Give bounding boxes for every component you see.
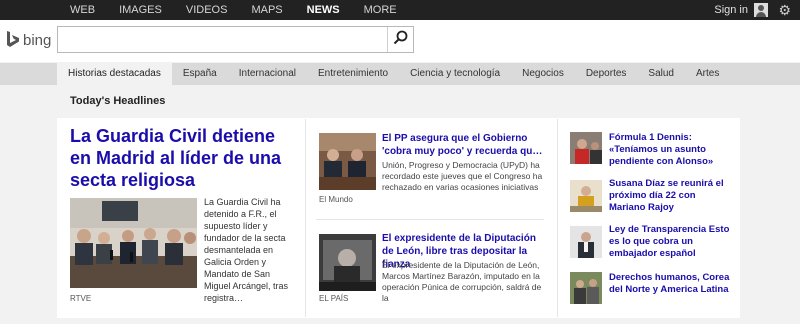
tab-internacional[interactable]: Internacional: [228, 63, 307, 85]
bing-logo-text: bing: [23, 31, 52, 49]
story-source: EL PAÍS: [319, 294, 349, 303]
tab-historias-destacadas[interactable]: Historias destacadas: [57, 63, 172, 85]
lead-story-snippet: La Guardia Civil ha detenido a F.R., el …: [204, 197, 289, 303]
gear-icon[interactable]: ⚙: [778, 2, 791, 18]
tab-espana[interactable]: España: [172, 63, 228, 85]
section-title: Today's Headlines: [70, 95, 166, 107]
column-divider: [557, 119, 558, 317]
nav-more[interactable]: MORE: [352, 0, 409, 20]
side-story-link[interactable]: Susana Díaz se reunirá el próximo día 22…: [609, 178, 734, 214]
tab-ciencia-tecnologia[interactable]: Ciencia y tecnología: [399, 63, 511, 85]
top-bar: WEB IMAGES VIDEOS MAPS NEWS MORE Sign in…: [0, 0, 800, 20]
nav-videos[interactable]: VIDEOS: [174, 0, 240, 20]
story-image[interactable]: [319, 234, 376, 291]
nav-images[interactable]: IMAGES: [107, 0, 174, 20]
bing-logo-icon: [6, 31, 20, 49]
row-divider: [316, 219, 544, 220]
sign-in-link[interactable]: Sign in: [714, 0, 748, 20]
tab-salud[interactable]: Salud: [637, 63, 685, 85]
user-avatar-icon[interactable]: [754, 3, 768, 17]
side-story-image[interactable]: [570, 272, 602, 304]
search-box: [57, 26, 414, 53]
story-snippet: Unión, Progreso y Democracia (UPyD) ha r…: [382, 160, 543, 192]
nav-web[interactable]: WEB: [58, 0, 107, 20]
tab-artes[interactable]: Artes: [685, 63, 730, 85]
vertical-nav: WEB IMAGES VIDEOS MAPS NEWS MORE: [0, 0, 409, 20]
category-tabs: Historias destacadas España Internaciona…: [57, 63, 730, 85]
nav-maps[interactable]: MAPS: [239, 0, 294, 20]
lead-headline-link[interactable]: La Guardia Civil detiene en Madrid al lí…: [70, 125, 300, 191]
lead-story-image[interactable]: [70, 198, 197, 288]
story-source: El Mundo: [319, 195, 353, 204]
tab-deportes[interactable]: Deportes: [575, 63, 638, 85]
search-button[interactable]: [387, 27, 413, 52]
column-divider: [305, 119, 306, 317]
side-story-link[interactable]: Fórmula 1 Dennis: «Teníamos un asunto pe…: [609, 132, 734, 168]
tab-entretenimiento[interactable]: Entretenimiento: [307, 63, 399, 85]
lead-story-source: RTVE: [70, 294, 92, 303]
bing-logo[interactable]: bing: [6, 28, 51, 52]
story-snippet: El expresidente de la Diputación de León…: [382, 260, 542, 303]
tab-negocios[interactable]: Negocios: [511, 63, 575, 85]
story-headline-link[interactable]: El PP asegura que el Gobierno 'cobra muy…: [382, 132, 546, 158]
story-image[interactable]: [319, 133, 376, 190]
side-story-image[interactable]: [570, 180, 602, 212]
side-story-image[interactable]: [570, 132, 602, 164]
category-bar: Historias destacadas España Internaciona…: [0, 63, 800, 85]
side-story-link[interactable]: Ley de Transparencia Esto es lo que cobr…: [609, 224, 734, 260]
search-icon: [393, 30, 408, 50]
nav-news[interactable]: NEWS: [295, 0, 352, 20]
side-story-link[interactable]: Derechos humanos, Corea del Norte y Amer…: [609, 272, 734, 296]
header: bing: [0, 20, 800, 62]
side-story-image[interactable]: [570, 226, 602, 258]
search-input[interactable]: [58, 27, 388, 52]
